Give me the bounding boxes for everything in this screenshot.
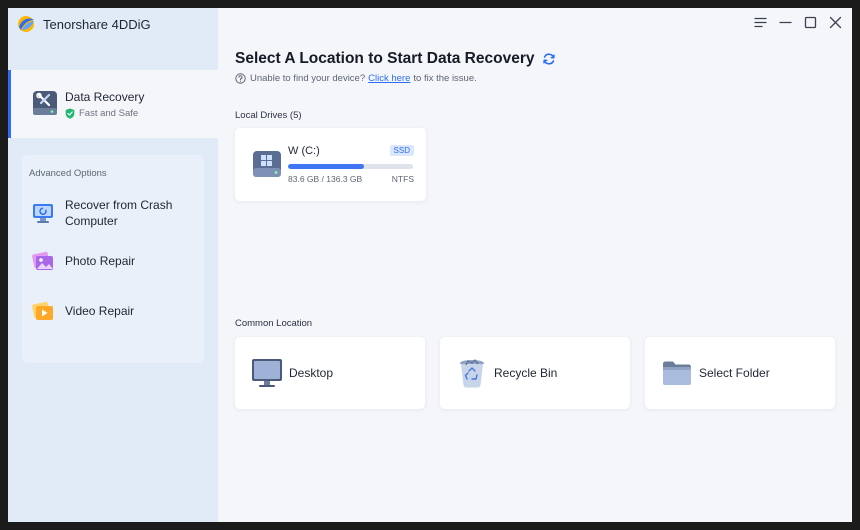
drive-usage-bar-fill <box>288 164 365 169</box>
sidebar-item-label: Photo Repair <box>65 254 136 268</box>
question-icon <box>235 73 246 84</box>
drive-name: W (C:) <box>288 145 320 157</box>
sidebar-item-label: Video Repair <box>65 304 135 318</box>
recycle-bin-icon <box>460 359 484 388</box>
location-recycle-bin[interactable]: Recycle Bin <box>440 337 630 409</box>
drive-filesystem: NTFS <box>391 174 414 184</box>
refresh-icon[interactable] <box>542 52 556 66</box>
local-drives-label: Local Drives (5) <box>235 110 302 121</box>
help-text-suffix: to fix the issue. <box>413 73 477 84</box>
brand: Tenorshare 4DDiG <box>16 14 151 34</box>
help-text: Unable to find your device? <box>250 73 366 84</box>
common-location-label: Common Location <box>235 318 313 329</box>
location-label: Select Folder <box>699 366 770 380</box>
video-repair-icon <box>32 301 53 320</box>
app-logo-icon <box>18 16 34 32</box>
minimize-icon[interactable] <box>779 16 792 29</box>
photo-repair-icon <box>32 251 53 270</box>
sidebar: Tenorshare 4DDiG Data Recovery Fast and … <box>8 8 218 522</box>
advanced-options-title: Advanced Options <box>29 168 107 179</box>
close-icon[interactable] <box>829 16 842 29</box>
location-label: Recycle Bin <box>494 366 558 380</box>
sidebar-item-recover-crash[interactable]: Recover from Crash Computer <box>30 197 200 229</box>
crash-computer-icon <box>33 204 53 223</box>
sidebar-item-photo-repair[interactable]: Photo Repair <box>30 248 200 274</box>
page-title-text: Select A Location to Start Data Recovery <box>235 50 535 67</box>
shield-check-icon <box>65 108 75 119</box>
hard-drive-icon <box>253 151 281 177</box>
location-label: Desktop <box>289 366 334 380</box>
fix-issue-link[interactable]: Click here <box>368 73 410 84</box>
sidebar-item-label: Recover from Crash Computer <box>65 198 173 228</box>
window-controls <box>754 16 842 29</box>
drive-usage-text: 83.6 GB / 136.3 GB <box>288 174 363 184</box>
app-name: Tenorshare 4DDiG <box>43 16 151 32</box>
desktop-icon <box>252 359 282 387</box>
help-line: Unable to find your device? Click here t… <box>235 73 477 84</box>
sidebar-item-subtitle: Fast and Safe <box>65 108 138 119</box>
sidebar-item-subtitle-text: Fast and Safe <box>79 108 139 119</box>
data-recovery-icon <box>33 91 57 115</box>
drive-card[interactable]: W (C:) SSD 83.6 GB / 136.3 GB NTFS <box>235 128 426 201</box>
main-content: Select A Location to Start Data Recovery… <box>218 8 852 522</box>
page-title: Select A Location to Start Data Recovery <box>235 50 556 68</box>
sidebar-item-label: Data Recovery <box>65 90 145 104</box>
advanced-options-panel: Advanced Options Recover from Crash Comp… <box>22 155 204 363</box>
location-desktop[interactable]: Desktop <box>235 337 425 409</box>
drive-type-badge: SSD <box>389 145 414 156</box>
maximize-icon[interactable] <box>804 16 817 29</box>
sidebar-item-data-recovery[interactable]: Data Recovery Fast and Safe <box>8 70 218 138</box>
folder-icon <box>663 361 691 385</box>
drive-usage-bar <box>288 164 413 169</box>
menu-icon[interactable] <box>754 16 767 29</box>
sidebar-item-video-repair[interactable]: Video Repair <box>30 298 200 324</box>
app-window: Tenorshare 4DDiG Data Recovery Fast and … <box>8 8 852 522</box>
location-select-folder[interactable]: Select Folder <box>645 337 835 409</box>
